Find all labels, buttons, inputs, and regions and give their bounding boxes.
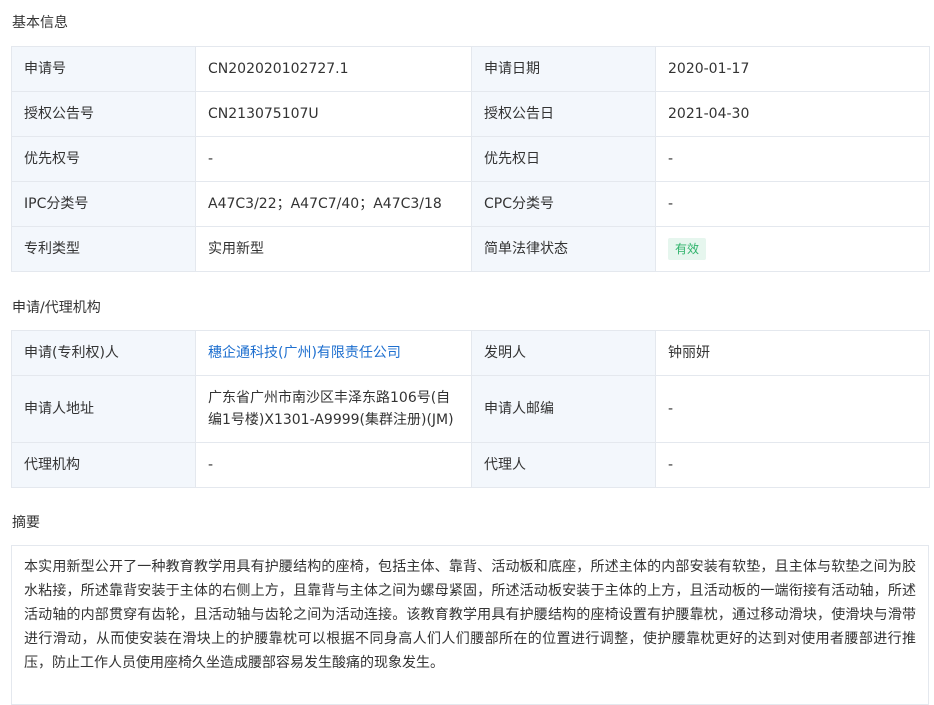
table-row: IPC分类号 A47C3/22；A47C7/40；A47C3/18 CPC分类号…	[11, 181, 930, 227]
field-label: 授权公告日	[471, 91, 656, 137]
application-date: 2020-01-17	[655, 46, 930, 92]
grant-number: CN213075107U	[195, 91, 472, 137]
ipc-classification: A47C3/22；A47C7/40；A47C3/18	[195, 181, 472, 227]
application-number: CN202020102727.1	[195, 46, 472, 92]
table-row: 申请(专利权)人 穗企通科技(广州)有限责任公司 发明人 钟丽妍	[11, 330, 930, 376]
agency-name: -	[195, 442, 472, 488]
table-row: 专利类型 实用新型 简单法律状态 有效	[11, 226, 930, 272]
table-row: 授权公告号 CN213075107U 授权公告日 2021-04-30	[11, 91, 930, 137]
field-label: 简单法律状态	[471, 226, 656, 272]
inventor: 钟丽妍	[655, 330, 930, 376]
field-label: 优先权号	[11, 136, 196, 182]
field-label: 申请人地址	[11, 375, 196, 443]
status-badge: 有效	[668, 238, 707, 260]
abstract-title: 摘要	[12, 515, 40, 531]
applicant-address: 广东省广州市南沙区丰泽东路106号(自编1号楼)X1301-A9999(集群注册…	[195, 375, 472, 443]
patent-type: 实用新型	[195, 226, 472, 272]
priority-number: -	[195, 136, 472, 182]
grant-date: 2021-04-30	[655, 91, 930, 137]
priority-date: -	[655, 136, 930, 182]
applicant-link[interactable]: 穗企通科技(广州)有限责任公司	[195, 330, 472, 376]
agent-name: -	[655, 442, 930, 488]
basic-info-title: 基本信息	[12, 15, 68, 31]
field-label: CPC分类号	[471, 181, 656, 227]
field-label: 申请号	[11, 46, 196, 92]
agency-table: 申请(专利权)人 穗企通科技(广州)有限责任公司 发明人 钟丽妍 申请人地址 广…	[11, 330, 930, 488]
field-label: 专利类型	[11, 226, 196, 272]
field-label: 申请(专利权)人	[11, 330, 196, 376]
table-row: 申请人地址 广东省广州市南沙区丰泽东路106号(自编1号楼)X1301-A999…	[11, 375, 930, 443]
field-label: 代理机构	[11, 442, 196, 488]
field-label: 申请人邮编	[471, 375, 656, 443]
field-label: 申请日期	[471, 46, 656, 92]
field-label: 优先权日	[471, 136, 656, 182]
field-label: 发明人	[471, 330, 656, 376]
applicant-postcode: -	[655, 375, 930, 443]
cpc-classification: -	[655, 181, 930, 227]
table-row: 申请号 CN202020102727.1 申请日期 2020-01-17	[11, 46, 930, 92]
abstract-text: 本实用新型公开了一种教育教学用具有护腰结构的座椅，包括主体、靠背、活动板和底座，…	[11, 545, 929, 705]
legal-status-cell: 有效	[655, 226, 930, 272]
field-label: 代理人	[471, 442, 656, 488]
basic-info-table: 申请号 CN202020102727.1 申请日期 2020-01-17 授权公…	[11, 46, 930, 272]
table-row: 优先权号 - 优先权日 -	[11, 136, 930, 182]
table-row: 代理机构 - 代理人 -	[11, 442, 930, 488]
agency-title: 申请/代理机构	[12, 300, 101, 316]
field-label: IPC分类号	[11, 181, 196, 227]
field-label: 授权公告号	[11, 91, 196, 137]
